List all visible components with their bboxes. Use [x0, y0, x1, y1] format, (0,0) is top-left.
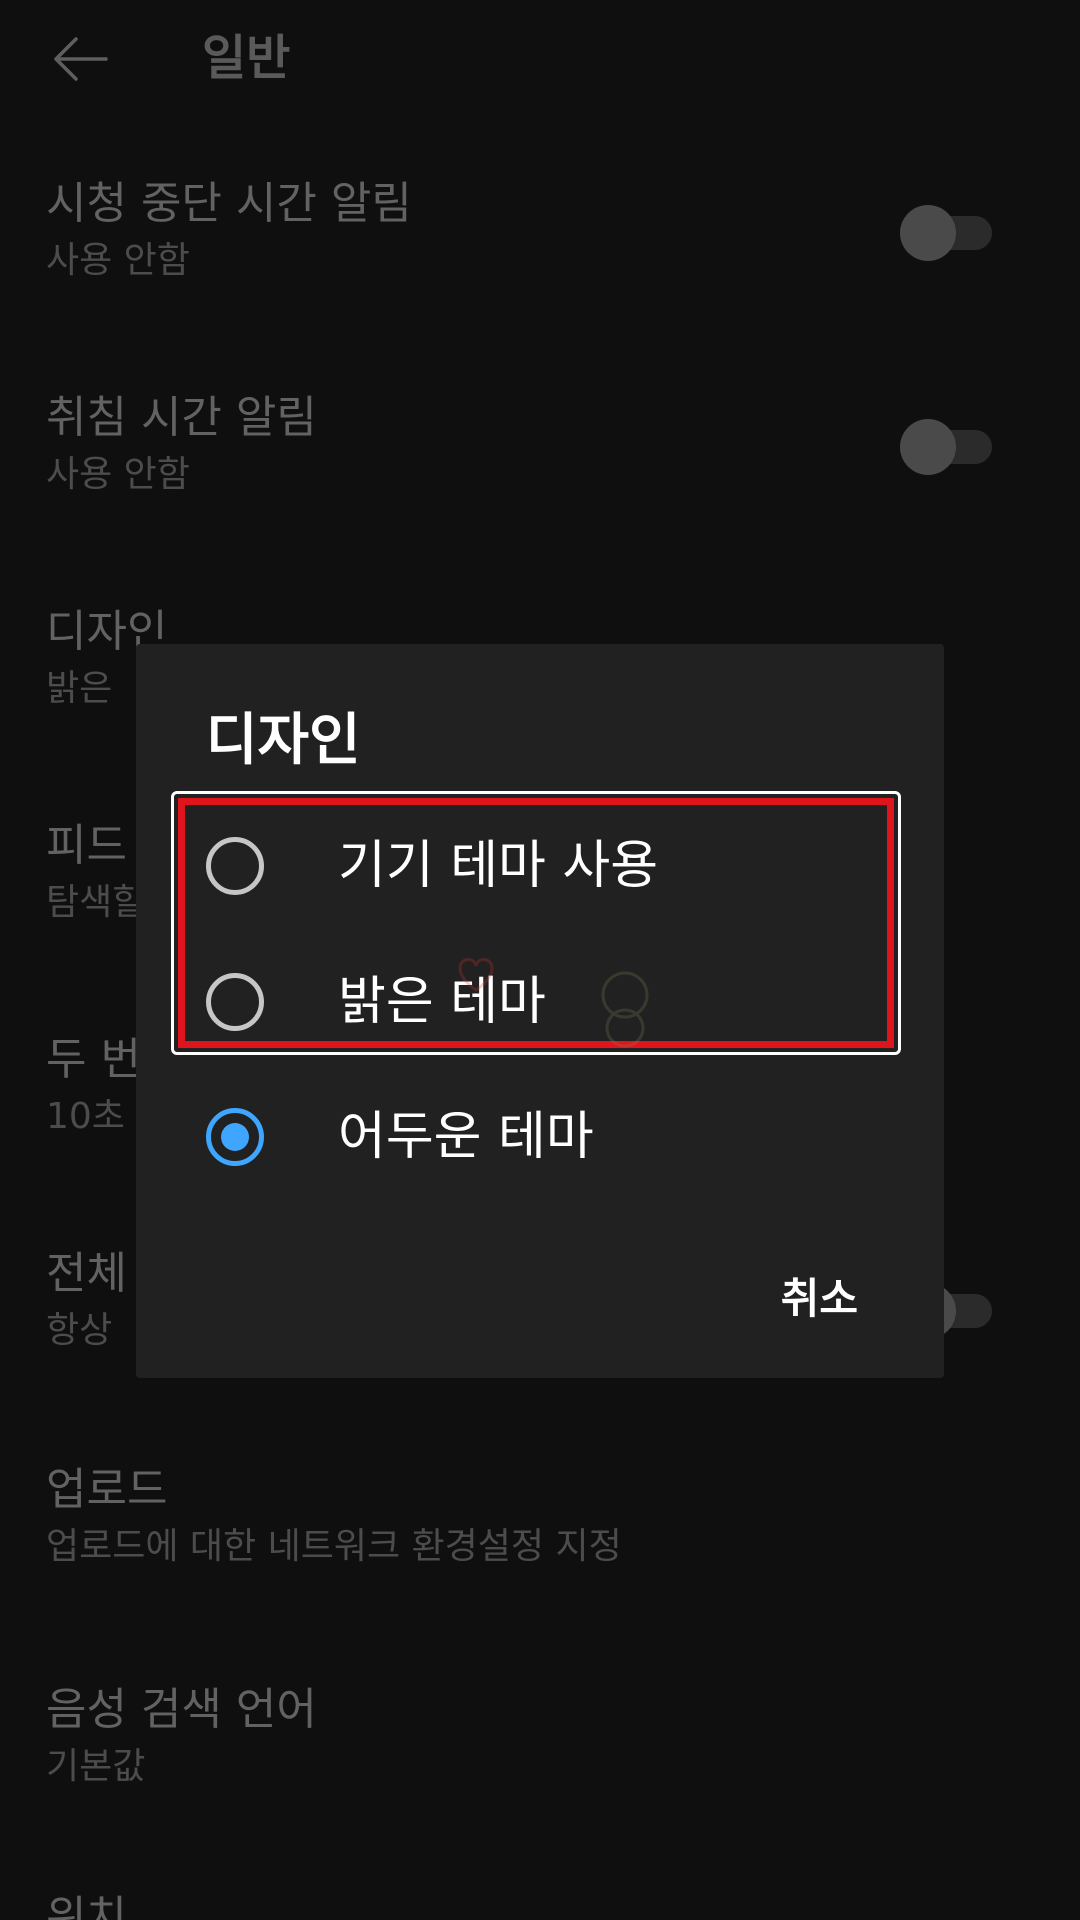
dialog-title: 디자인: [206, 708, 361, 773]
setting-title: 업로드: [46, 1464, 168, 1515]
setting-bedtime-reminder[interactable]: 취침 시간 알림 사용 안함: [46, 390, 1006, 498]
cancel-button[interactable]: 취소: [771, 1264, 868, 1334]
option-label: 기기 테마 사용: [338, 836, 659, 896]
setting-uploads[interactable]: 업로드 업로드에 대한 네트워크 환경설정 지정: [46, 1462, 1006, 1570]
setting-title: 시청 중단 시간 알림: [46, 178, 412, 229]
setting-title: 위치: [46, 1892, 127, 1920]
setting-break-reminder[interactable]: 시청 중단 시간 알림 사용 안함: [46, 176, 1006, 284]
option-device-theme[interactable]: 기기 테마 사용: [206, 816, 886, 916]
arrow-left-icon: [54, 37, 108, 81]
toggle-thumb: [900, 419, 956, 475]
setting-location[interactable]: 위치: [46, 1890, 1006, 1920]
back-button[interactable]: [36, 20, 124, 98]
watermark-icon: [440, 950, 660, 1050]
setting-title: 음성 검색 언어: [46, 1684, 317, 1735]
setting-subtitle: 기본값: [46, 1746, 146, 1787]
radio-button-unchecked[interactable]: [206, 973, 264, 1031]
heart-cat-watermark-icon: [458, 958, 649, 1048]
top-app-bar: 일반: [0, 0, 1080, 118]
option-label: 어두운 테마: [338, 1107, 594, 1167]
setting-title: 취침 시간 알림: [46, 392, 317, 443]
setting-subtitle: 사용 안함: [46, 240, 190, 281]
toggle-thumb: [900, 205, 956, 261]
settings-screen: 시청 중단 시간 알림 사용 안함 취침 시간 알림 사용 안함 디자인 밝은 …: [0, 0, 1080, 1920]
radio-button-unchecked[interactable]: [206, 837, 264, 895]
setting-subtitle: 업로드에 대한 네트워크 환경설정 지정: [46, 1526, 622, 1567]
option-dark-theme[interactable]: 어두운 테마: [206, 1087, 886, 1187]
break-reminder-toggle[interactable]: [900, 202, 992, 262]
bedtime-reminder-toggle[interactable]: [900, 416, 992, 476]
page-title: 일반: [202, 30, 291, 86]
radio-button-checked[interactable]: [206, 1108, 264, 1166]
setting-voice-search-language[interactable]: 음성 검색 언어 기본값: [46, 1682, 1006, 1790]
setting-subtitle: 사용 안함: [46, 454, 190, 495]
